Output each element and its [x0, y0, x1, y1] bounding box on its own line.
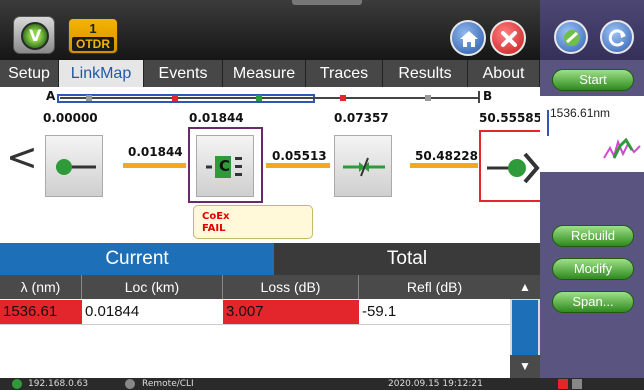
right-panel-header [540, 0, 644, 60]
scroll-up-icon[interactable]: ▲ [510, 275, 540, 299]
tab-linkmap[interactable]: LinkMap [59, 60, 144, 87]
cell-wavelength: 1536.61 [0, 300, 82, 324]
modify-button[interactable]: Modify [552, 258, 634, 280]
cell-location: 0.01844 [85, 303, 140, 320]
event-splice[interactable] [334, 135, 392, 197]
tab-traces[interactable]: Traces [306, 60, 383, 87]
mini-trace-wavelength: 1536.61nm [550, 106, 611, 120]
overview-event-marker [425, 95, 431, 101]
fiber-segment [266, 163, 330, 168]
home-icon [460, 31, 478, 47]
logo-icon: V [21, 22, 49, 50]
top-notch [292, 0, 362, 5]
segment-length: 0.05513 [272, 149, 327, 163]
result-tabs: Current Total [0, 243, 540, 275]
event-position: 0.07357 [334, 111, 389, 125]
linkmap-panel: A B 0.00000 0.01844 0.07357 50.55585 < 0… [0, 87, 540, 243]
fiber-segment [410, 163, 478, 168]
event-end[interactable] [479, 130, 540, 202]
tab-setup[interactable]: Setup [0, 60, 59, 87]
event-position: 0.01844 [189, 111, 244, 125]
col-reflectance: Refl (dB) [406, 279, 463, 295]
event-coupler-selected[interactable]: C [188, 127, 263, 203]
tab-events[interactable]: Events [144, 60, 223, 87]
otdr-badge-number: 1 [89, 21, 97, 36]
otdr-badge[interactable]: 1 OTDR [68, 18, 118, 54]
col-wavelength: λ (nm) [0, 275, 82, 299]
tab-total[interactable]: Total [274, 243, 540, 275]
launch-event-icon [56, 159, 96, 175]
refresh-button[interactable] [600, 20, 634, 54]
marker-b-label: B [483, 89, 493, 103]
status-bar: 192.168.0.63 Remote/CLI 2020.09.15 19:12… [0, 378, 644, 390]
span-button[interactable]: Span... [552, 291, 634, 313]
overview-event-marker [86, 95, 92, 101]
event-position: 0.00000 [43, 111, 98, 125]
segment-length: 0.01844 [128, 145, 183, 159]
refresh-icon [608, 29, 626, 47]
marker-b-line [478, 91, 480, 103]
main-tabs: Setup LinkMap Events Measure Traces Resu… [0, 60, 540, 87]
event-status-callout: CoEx FAIL [193, 205, 313, 239]
overview-event-marker [172, 95, 178, 101]
close-icon [501, 31, 517, 47]
right-panel: Start 1536.61nm Rebuild Modify Span... [540, 0, 644, 390]
remote-icon [125, 379, 135, 389]
share-button[interactable] [554, 20, 588, 54]
marker-a-label: A [46, 89, 56, 103]
callout-coex-label: CoEx [202, 211, 230, 222]
scroll-left-arrow-icon[interactable]: < [6, 135, 38, 179]
status-datetime: 2020.09.15 19:12:21 [388, 379, 483, 389]
col-loss: Loss (dB) [223, 275, 359, 299]
fiber-segment [123, 163, 186, 168]
share-icon [564, 30, 580, 46]
table-header: λ (nm) Loc (km) Loss (dB) Refl (dB) [0, 275, 510, 299]
otdr-screen: V 1 OTDR Setup LinkMap Events Measure Tr… [0, 0, 644, 390]
coupler-letter: C [219, 157, 231, 175]
storage-indicator-icon [572, 379, 582, 389]
tab-about[interactable]: About [468, 60, 540, 87]
tab-measure[interactable]: Measure [223, 60, 306, 87]
tab-results[interactable]: Results [383, 60, 468, 87]
callout-fail-label: FAIL [202, 223, 226, 234]
record-indicator-icon [558, 379, 568, 389]
network-icon [12, 379, 22, 389]
start-button[interactable]: Start [552, 69, 634, 91]
cell-loss: 3.007 [223, 300, 359, 324]
event-table: λ (nm) Loc (km) Loss (dB) Refl (dB) 1536… [0, 275, 540, 378]
coupler-event-box: C [196, 135, 254, 197]
cell-reflectance: -59.1 [362, 303, 397, 320]
scrollbar-thumb[interactable] [512, 300, 538, 356]
end-event-icon [487, 152, 540, 184]
close-button[interactable] [490, 20, 526, 56]
row-divider [0, 324, 510, 325]
table-row[interactable]: 1536.61 0.01844 3.007 -59.1 [0, 300, 510, 324]
splice-event-icon [343, 157, 385, 177]
segment-length: 50.48228 [415, 149, 479, 163]
mini-trace-preview[interactable]: 1536.61nm [540, 96, 644, 172]
status-remote: Remote/CLI [142, 379, 194, 389]
event-launch[interactable] [45, 135, 103, 197]
table-scrollbar[interactable]: ▲ ▼ [510, 275, 540, 378]
status-ip: 192.168.0.63 [28, 379, 89, 389]
overview-fiber-line [60, 97, 480, 99]
rebuild-button[interactable]: Rebuild [552, 225, 634, 247]
app-logo[interactable]: V [13, 16, 55, 54]
overview-event-marker [340, 95, 346, 101]
event-position: 50.55585 [479, 111, 540, 125]
home-button[interactable] [450, 20, 486, 56]
col-location: Loc (km) [82, 275, 223, 299]
overview-event-marker [256, 95, 262, 101]
otdr-badge-label: OTDR [72, 37, 114, 51]
tab-current[interactable]: Current [0, 243, 274, 275]
scroll-down-icon[interactable]: ▼ [510, 355, 540, 378]
top-bar: V 1 OTDR [0, 0, 540, 60]
logo-glyph: V [29, 26, 42, 45]
